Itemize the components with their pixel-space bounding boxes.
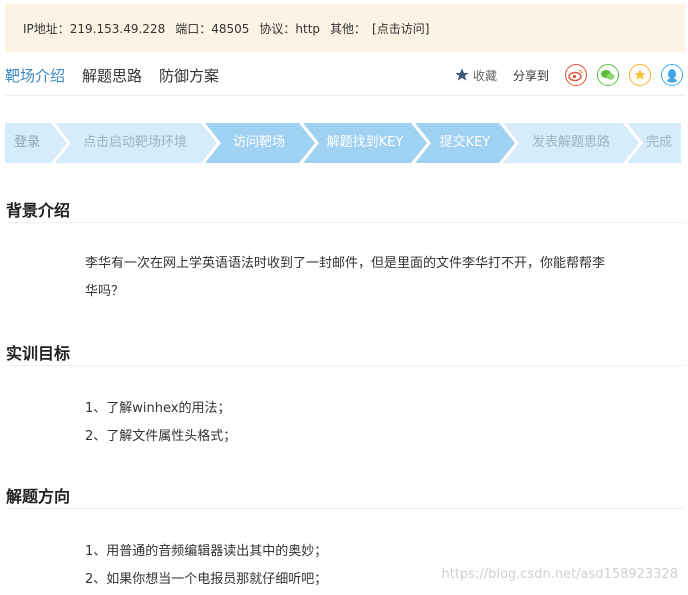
tab-solution-ideas[interactable]: 解题思路: [82, 65, 142, 86]
background-title: 背景介绍: [6, 201, 71, 220]
background-divider: [5, 222, 685, 223]
step-4-shape: [303, 123, 427, 163]
tab-defense-plan[interactable]: 防御方案: [159, 65, 219, 86]
step-2-shape: [55, 123, 217, 163]
protocol: 协议：http: [259, 21, 321, 36]
ip-address: IP地址：219.153.49.228: [23, 21, 166, 36]
watermark: https://blog.csdn.net/asd158923328: [441, 567, 679, 582]
direction-item: 2、如果你想当一个电报员那就仔细听吧；: [85, 572, 328, 587]
progress-steps: 登录 点击启动靶场环境 访问靶场 解题找到KEY 提交KEY 发表解题思路 完成: [5, 123, 681, 163]
share-label: 分享到: [512, 68, 549, 83]
wechat-icon[interactable]: [597, 64, 619, 86]
tab-range-intro[interactable]: 靶场介绍: [5, 65, 65, 86]
step-1-shape: [5, 123, 67, 163]
qzone-icon[interactable]: [629, 64, 651, 86]
connection-info-bar: IP地址：219.153.49.228 端口：48505 协议：http 其他：…: [5, 4, 685, 52]
favorite-label: 收藏: [472, 68, 497, 83]
background-text: 李华有一次在网上学英语语法时收到了一封邮件，但是里面的文件李华打不开，你能帮帮李…: [85, 256, 606, 299]
visit-link[interactable]: [点击访问]: [372, 20, 429, 37]
goals-divider: [5, 365, 685, 366]
star-icon: [455, 68, 469, 81]
other-label: 其他：: [330, 21, 367, 36]
port: 端口：48505: [175, 21, 250, 36]
step-3-shape: [205, 123, 315, 163]
qq-icon[interactable]: [661, 64, 683, 86]
goals-title: 实训目标: [6, 344, 71, 363]
direction-title: 解题方向: [6, 487, 71, 506]
goal-item: 2、了解文件属性头格式；: [85, 429, 237, 444]
nav-bar: 靶场介绍 解题思路 防御方案 收藏 分享到: [5, 56, 685, 96]
goal-item: 1、了解winhex的用法；: [85, 401, 231, 416]
direction-item: 1、用普通的音频编辑器读出其中的奥妙；: [85, 544, 328, 559]
direction-divider: [5, 508, 685, 509]
steps-background: [5, 123, 681, 163]
share-area: 收藏 分享到: [454, 63, 683, 87]
weibo-icon[interactable]: [565, 64, 587, 86]
step-6-shape: [503, 123, 639, 163]
step-5-shape: [415, 123, 515, 163]
favorite-button[interactable]: 收藏: [454, 67, 497, 84]
